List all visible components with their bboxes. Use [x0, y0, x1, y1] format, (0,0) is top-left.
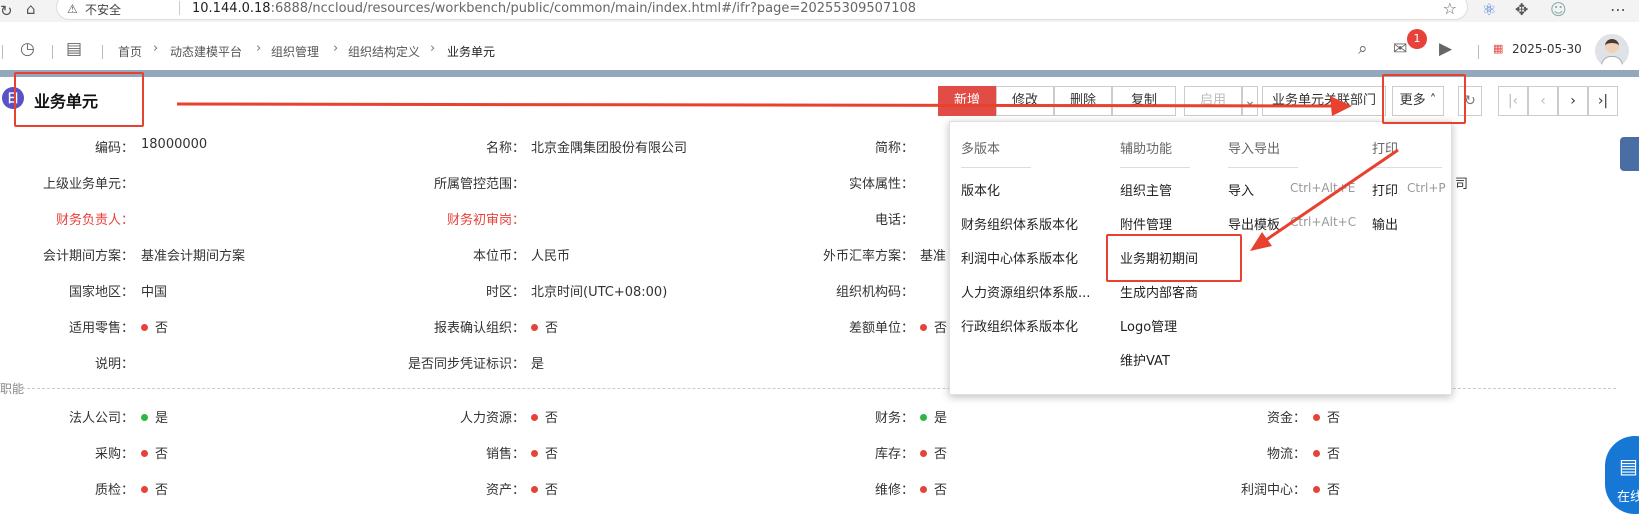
chat-icon[interactable]: ▤	[1619, 454, 1638, 478]
annotation-arrows	[176, 96, 1399, 251]
chat-label[interactable]: 在线	[1617, 486, 1639, 505]
arrowhead-icon	[1250, 232, 1272, 251]
side-panel-tab[interactable]	[1620, 137, 1639, 171]
arrow-line-title-to-more	[176, 102, 1341, 108]
arrowhead-icon	[1330, 96, 1352, 116]
arrow-line-more-to-item	[1259, 148, 1399, 246]
